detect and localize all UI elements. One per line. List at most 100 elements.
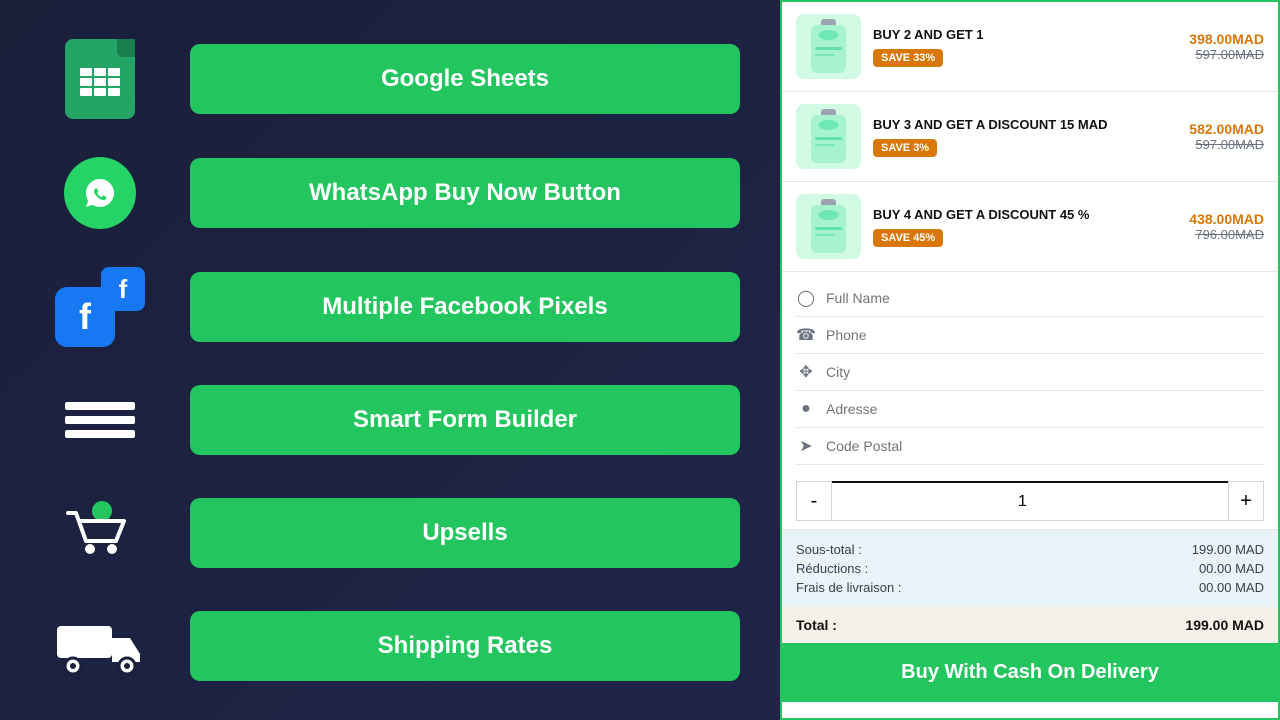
feature-row-whatsapp: WhatsApp Buy Now Button: [40, 157, 740, 229]
offer-badge-1: SAVE 33%: [873, 49, 943, 67]
grand-total-row: Total : 199.00 MAD: [796, 617, 1264, 633]
offer-details-3: BUY 4 AND GET A DISCOUNT 45 % SAVE 45%: [873, 207, 1177, 247]
buy-button[interactable]: Buy With Cash On Delivery: [782, 643, 1278, 702]
form-line-3: [65, 430, 135, 438]
upsells-icon-wrapper: [40, 493, 160, 573]
offer-price-1: 398.00MAD 597.00MAD: [1189, 31, 1264, 62]
offer-price-main-1: 398.00MAD: [1189, 31, 1264, 47]
phone-icon: ☎: [796, 325, 816, 345]
offer-badge-3: SAVE 45%: [873, 229, 943, 247]
upsells-cart-icon: [60, 493, 140, 573]
reductions-value: 00.00 MAD: [1199, 561, 1264, 576]
total-label: Total :: [796, 617, 837, 633]
feature-row-form: Smart Form Builder: [40, 385, 740, 455]
whatsapp-icon: [64, 157, 136, 229]
form-line-1: [65, 402, 135, 410]
frais-row: Frais de livraison : 00.00 MAD: [796, 578, 1264, 597]
offer-row-1[interactable]: BUY 2 AND GET 1 SAVE 33% 398.00MAD 597.0…: [782, 2, 1278, 92]
offer-price-old-3: 796.00MAD: [1189, 227, 1264, 242]
facebook-icon-wrapper: f f: [40, 267, 160, 347]
offer-image-2: [796, 104, 861, 169]
form-icon-wrapper: [40, 402, 160, 438]
sous-total-value: 199.00 MAD: [1192, 542, 1264, 557]
offer-details-2: BUY 3 AND GET A DISCOUNT 15 MAD SAVE 3%: [873, 117, 1177, 157]
offer-price-old-2: 597.00MAD: [1189, 137, 1264, 152]
left-panel: Google Sheets WhatsApp Buy Now Button f …: [0, 0, 780, 720]
feature-row-google-sheets: Google Sheets: [40, 39, 740, 119]
truck-icon: [55, 616, 145, 676]
offer-row-3[interactable]: BUY 4 AND GET A DISCOUNT 45 % SAVE 45% 4…: [782, 182, 1278, 272]
postal-icon: ➤: [796, 436, 816, 456]
offer-badge-2: SAVE 3%: [873, 139, 937, 157]
product-image-1: [801, 17, 856, 77]
offer-price-main-2: 582.00MAD: [1189, 121, 1264, 137]
grand-total-section: Total : 199.00 MAD: [782, 607, 1278, 643]
user-icon: ◯: [796, 288, 816, 308]
offer-price-main-3: 438.00MAD: [1189, 211, 1264, 227]
sous-total-label: Sous-total :: [796, 542, 862, 557]
offer-details-1: BUY 2 AND GET 1 SAVE 33%: [873, 27, 1177, 67]
offer-price-3: 438.00MAD 796.00MAD: [1189, 211, 1264, 242]
postal-input[interactable]: [826, 436, 1264, 456]
address-row: ●: [796, 391, 1264, 428]
form-builder-icon: [65, 402, 135, 438]
postal-row: ➤: [796, 428, 1264, 465]
sheets-cell: [94, 88, 106, 96]
quantity-plus-button[interactable]: +: [1228, 481, 1264, 521]
city-input[interactable]: [826, 362, 1264, 382]
offer-price-2: 582.00MAD 597.00MAD: [1189, 121, 1264, 152]
whatsapp-icon-wrapper: [40, 157, 160, 229]
right-panel: BUY 2 AND GET 1 SAVE 33% 398.00MAD 597.0…: [780, 0, 1280, 720]
facebook-pixels-icon: f f: [55, 267, 145, 347]
sheets-cell: [94, 78, 106, 86]
offer-image-3: [796, 194, 861, 259]
feature-row-facebook: f f Multiple Facebook Pixels: [40, 267, 740, 347]
feature-row-upsells: Upsells: [40, 493, 740, 573]
quantity-row: - +: [782, 473, 1278, 530]
sheets-grid: [80, 68, 120, 96]
phone-input[interactable]: [826, 325, 1264, 345]
product-image-3: [801, 197, 856, 257]
quantity-minus-button[interactable]: -: [796, 481, 832, 521]
address-icon: ●: [796, 400, 816, 418]
shipping-rates-button[interactable]: Shipping Rates: [190, 611, 740, 681]
feature-row-shipping: Shipping Rates: [40, 611, 740, 681]
upsells-button[interactable]: Upsells: [190, 498, 740, 568]
sheets-cell: [80, 88, 92, 96]
frais-label: Frais de livraison :: [796, 580, 901, 595]
total-value: 199.00 MAD: [1185, 617, 1264, 633]
sheets-cell: [108, 78, 120, 86]
google-sheets-button[interactable]: Google Sheets: [190, 44, 740, 114]
offer-title-2: BUY 3 AND GET A DISCOUNT 15 MAD: [873, 117, 1177, 132]
shipping-icon-wrapper: [40, 616, 160, 676]
sheets-icon: [65, 39, 135, 119]
facebook-pixels-button[interactable]: Multiple Facebook Pixels: [190, 272, 740, 342]
phone-row: ☎: [796, 317, 1264, 354]
city-icon: ✥: [796, 362, 816, 382]
sheets-cell: [94, 68, 106, 76]
whatsapp-button[interactable]: WhatsApp Buy Now Button: [190, 158, 740, 228]
quantity-input[interactable]: [832, 481, 1228, 521]
form-line-2: [65, 416, 135, 424]
offer-title-3: BUY 4 AND GET A DISCOUNT 45 %: [873, 207, 1177, 222]
reductions-row: Réductions : 00.00 MAD: [796, 559, 1264, 578]
full-name-input[interactable]: [826, 288, 1264, 308]
sous-total-row: Sous-total : 199.00 MAD: [796, 540, 1264, 559]
sheets-cell: [80, 68, 92, 76]
offer-row-2[interactable]: BUY 3 AND GET A DISCOUNT 15 MAD SAVE 3% …: [782, 92, 1278, 182]
sheets-cell: [80, 78, 92, 86]
full-name-row: ◯: [796, 280, 1264, 317]
fb-icon-small1: f: [101, 267, 145, 311]
totals-section: Sous-total : 199.00 MAD Réductions : 00.…: [782, 530, 1278, 607]
product-image-2: [801, 107, 856, 167]
form-section: ◯ ☎ ✥ ● ➤: [782, 272, 1278, 473]
address-input[interactable]: [826, 399, 1264, 419]
sheets-cell: [108, 68, 120, 76]
city-row: ✥: [796, 354, 1264, 391]
reductions-label: Réductions :: [796, 561, 868, 576]
smart-form-button[interactable]: Smart Form Builder: [190, 385, 740, 455]
offer-image-1: [796, 14, 861, 79]
offer-title-1: BUY 2 AND GET 1: [873, 27, 1177, 42]
sheets-cell: [108, 88, 120, 96]
frais-value: 00.00 MAD: [1199, 580, 1264, 595]
